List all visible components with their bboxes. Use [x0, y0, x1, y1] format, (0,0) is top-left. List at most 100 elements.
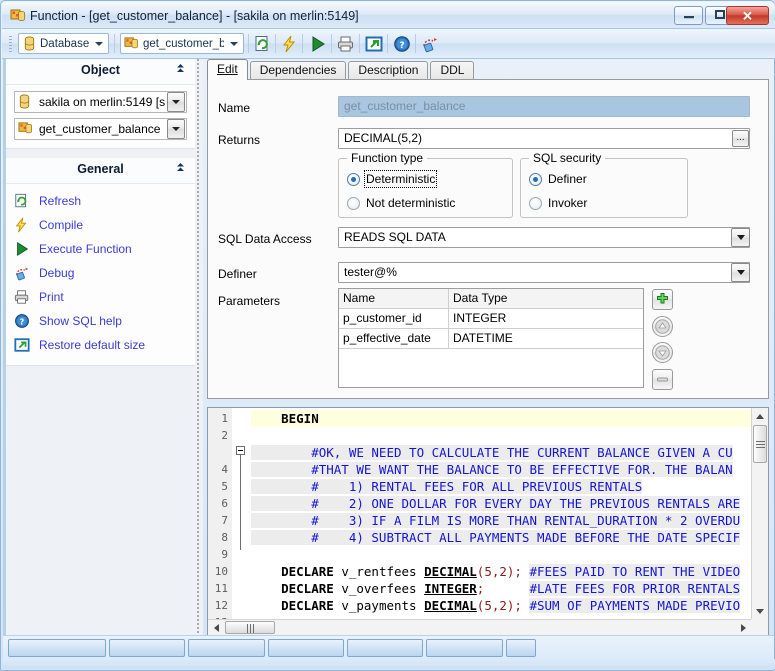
sidebar-item-show-sql-help[interactable]: ? Show SQL help: [14, 311, 187, 331]
tab-dependencies[interactable]: Dependencies: [250, 61, 347, 80]
name-label: Name: [218, 101, 250, 115]
line-number-gutter: 1 2 4 5 6 7 8 9 10 11 12 13: [208, 408, 233, 635]
toolbar-grip[interactable]: [9, 36, 12, 52]
sidebar-item-label: Show SQL help: [39, 314, 122, 328]
code-line: # 4) SUBTRACT ALL PAYMENTS MADE BEFORE T…: [251, 529, 740, 546]
status-panel: [426, 639, 503, 657]
radio-definer-label: Definer: [548, 172, 587, 186]
sidebar-item-refresh[interactable]: Refresh: [14, 191, 187, 211]
arrow-down-icon: [655, 345, 670, 360]
function-icon: [18, 121, 35, 137]
refresh-icon[interactable]: [254, 35, 272, 53]
returns-field[interactable]: DECIMAL(5,2): [338, 128, 750, 149]
table-row[interactable]: p_effective_date DATETIME: [339, 329, 643, 349]
scroll-up-button[interactable]: [752, 408, 768, 424]
database-icon: [23, 36, 36, 51]
radio-invoker[interactable]: Invoker: [529, 195, 587, 211]
tab-description[interactable]: Description: [348, 61, 428, 80]
fold-toggle-icon[interactable]: [236, 446, 245, 455]
close-icon: ✕: [742, 9, 753, 22]
horizontal-scroll-thumb[interactable]: [225, 621, 275, 634]
code-line: #OK, WE NEED TO CALCULATE THE CURRENT BA…: [251, 444, 733, 461]
parameters-grid[interactable]: Name Data Type p_customer_id INTEGER p_e…: [338, 288, 644, 388]
minimize-button[interactable]: [674, 6, 703, 25]
object-dropdown[interactable]: get_customer_bala: [120, 33, 244, 54]
function-combo[interactable]: get_customer_balance: [14, 118, 187, 140]
sidebar-item-label: Execute Function: [39, 242, 132, 256]
scroll-right-button[interactable]: [735, 620, 751, 635]
radio-definer[interactable]: Definer: [529, 171, 587, 187]
editor-vertical-scrollbar[interactable]: [751, 408, 768, 619]
code-line: DECLARE v_rentfees DECIMAL(5,2); #FEES P…: [251, 563, 740, 580]
cell-data-type: INTEGER: [449, 309, 643, 328]
code-text-area[interactable]: BEGIN #OK, WE NEED TO CALCULATE THE CURR…: [251, 408, 751, 635]
line-number: 2: [221, 427, 228, 444]
add-parameter-button[interactable]: [652, 289, 673, 310]
radio-not-deterministic[interactable]: Not deterministic: [347, 195, 455, 211]
column-header-data-type: Data Type: [449, 289, 643, 308]
debug-icon[interactable]: [421, 35, 439, 53]
print-icon: [14, 289, 32, 305]
object-panel-body: sakila on merlin:5149 [s get_customer_ba…: [6, 85, 195, 149]
collapse-icon[interactable]: [176, 63, 185, 77]
tab-edit[interactable]: Edit: [207, 59, 248, 80]
chevron-down-icon: [230, 42, 238, 46]
radio-icon: [529, 197, 542, 210]
scroll-down-button[interactable]: [752, 603, 768, 619]
execute-icon: [14, 241, 32, 257]
sidebar-item-execute-function[interactable]: Execute Function: [14, 239, 187, 259]
edit-tab-panel: Name get_customer_balance Returns DECIMA…: [207, 79, 769, 399]
function-icon: [10, 8, 26, 24]
arrow-up-icon: [655, 319, 670, 334]
sql-data-access-field[interactable]: READS SQL DATA: [338, 227, 750, 248]
status-panel: [347, 639, 423, 657]
parameters-header-row: Name Data Type: [339, 289, 643, 309]
tab-ddl[interactable]: DDL: [430, 61, 474, 80]
table-row[interactable]: p_customer_id INTEGER: [339, 309, 643, 329]
returns-browse-button[interactable]: ...: [732, 130, 749, 147]
line-number: 1: [221, 410, 228, 427]
code-folding-bar[interactable]: [232, 408, 251, 635]
chevron-down-icon[interactable]: [167, 92, 185, 112]
sidebar-item-compile[interactable]: Compile: [14, 215, 187, 235]
chevron-down-icon[interactable]: [167, 119, 185, 139]
sidebar: Object sakila on merlin:5149 [s: [3, 59, 195, 643]
grip-icon: [247, 624, 254, 633]
sql-data-access-dropdown-button[interactable]: [731, 228, 750, 247]
sidebar-item-debug[interactable]: Debug: [14, 263, 187, 283]
definer-field[interactable]: tester@%: [338, 262, 750, 283]
vertical-scroll-thumb[interactable]: [753, 425, 767, 463]
collapse-icon[interactable]: [176, 162, 185, 176]
line-number: 4: [221, 461, 228, 478]
function-icon: [124, 36, 139, 51]
radio-deterministic[interactable]: Deterministic: [347, 171, 435, 187]
print-icon[interactable]: [337, 35, 355, 53]
line-number: 8: [221, 529, 228, 546]
sidebar-splitter[interactable]: [195, 59, 203, 643]
cell-name: p_customer_id: [339, 309, 449, 328]
execute-icon[interactable]: [309, 35, 327, 53]
sql-editor[interactable]: 1 2 4 5 6 7 8 9 10 11 12 13 BEGIN: [207, 407, 769, 636]
plus-icon: [655, 292, 670, 307]
code-line: # 3) IF A FILM IS MORE THAN RENTAL_DURAT…: [251, 512, 740, 529]
close-button[interactable]: ✕: [726, 6, 769, 25]
sidebar-item-label: Refresh: [39, 194, 81, 208]
databases-dropdown[interactable]: Databases: [18, 33, 109, 54]
database-combo[interactable]: sakila on merlin:5149 [s: [14, 91, 187, 113]
move-up-button[interactable]: [652, 316, 673, 337]
remove-parameter-button[interactable]: [652, 369, 673, 390]
name-field[interactable]: get_customer_balance: [338, 96, 750, 117]
minimize-icon: [683, 9, 695, 23]
scroll-left-button[interactable]: [208, 620, 224, 635]
help-icon[interactable]: ?: [393, 35, 411, 53]
function-type-group: Function type Deterministic Not determin…: [338, 158, 513, 218]
function-type-caption: Function type: [347, 151, 427, 165]
editor-horizontal-scrollbar[interactable]: [208, 619, 751, 635]
compile-icon[interactable]: [281, 35, 299, 53]
definer-dropdown-button[interactable]: [731, 263, 750, 282]
move-down-button[interactable]: [652, 342, 673, 363]
sql-security-caption: SQL security: [529, 151, 605, 165]
restore-size-icon[interactable]: [365, 35, 383, 53]
sidebar-item-print[interactable]: Print: [14, 287, 187, 307]
sidebar-item-restore-default-size[interactable]: Restore default size: [14, 335, 187, 355]
